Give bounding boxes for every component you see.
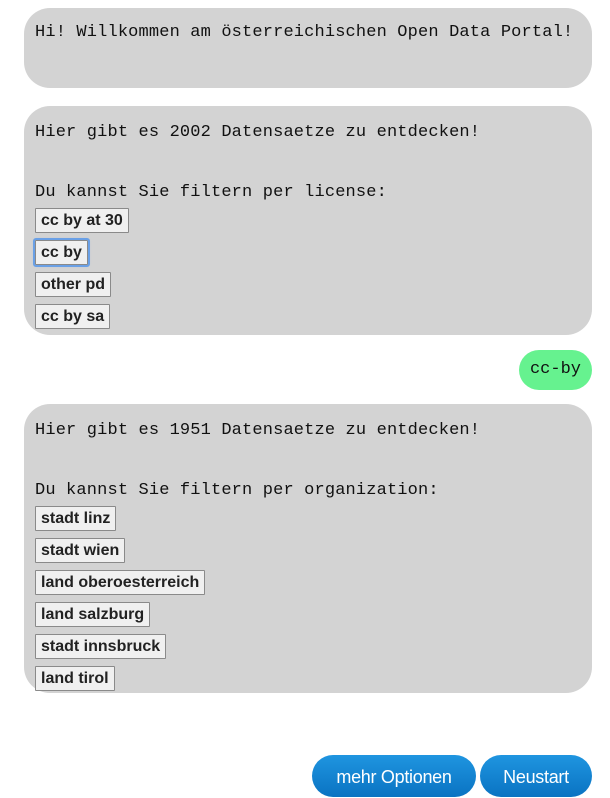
- organization-option-land-oberoesterreich[interactable]: land oberoesterreich: [35, 570, 206, 595]
- dataset-count-text: Hier gibt es 1951 Datensaetze zu entdeck…: [35, 421, 481, 440]
- license-option-cc-by[interactable]: cc by: [33, 238, 90, 267]
- organization-option-stadt-innsbruck[interactable]: stadt innsbruck: [35, 634, 167, 659]
- welcome-text: Hi! Willkommen am österreichischen Open …: [35, 23, 574, 42]
- more-options-button[interactable]: mehr Optionen: [312, 755, 476, 797]
- bot-message-license-filter: Hier gibt es 2002 Datensaetze zu entdeck…: [24, 106, 592, 335]
- organization-option-land-salzburg[interactable]: land salzburg: [35, 602, 151, 627]
- organization-option-land-tirol[interactable]: land tirol: [35, 666, 115, 691]
- organization-option-stadt-wien[interactable]: stadt wien: [35, 538, 126, 563]
- user-message-bubble: cc-by: [518, 350, 592, 390]
- dataset-count-text: Hier gibt es 2002 Datensaetze zu entdeck…: [35, 123, 481, 142]
- license-option-cc-by-sa[interactable]: cc by sa: [35, 304, 111, 329]
- filter-prompt-text: Du kannst Sie filtern per license:: [35, 183, 387, 202]
- bot-message-welcome: Hi! Willkommen am österreichischen Open …: [24, 8, 592, 88]
- organization-option-stadt-linz[interactable]: stadt linz: [35, 506, 117, 531]
- license-option-cc-by-at-30[interactable]: cc by at 30: [35, 208, 129, 233]
- organization-options: stadt linz stadt wien land oberoesterrei…: [35, 506, 582, 698]
- filter-prompt-text: Du kannst Sie filtern per organization:: [35, 481, 439, 500]
- license-options: cc by at 30 cc by other pd cc by sa: [33, 208, 582, 336]
- license-option-other-pd[interactable]: other pd: [35, 272, 111, 297]
- bot-message-organization-filter: Hier gibt es 1951 Datensaetze zu entdeck…: [24, 404, 592, 693]
- restart-button[interactable]: Neustart: [480, 755, 592, 797]
